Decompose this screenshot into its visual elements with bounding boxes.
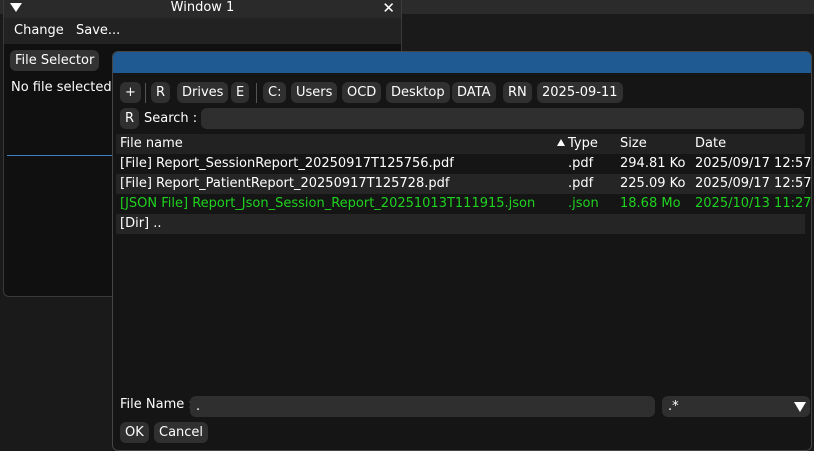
close-icon[interactable]: ✕ — [382, 0, 395, 17]
file-name-cell: [File] Report_PatientReport_20250917T125… — [120, 176, 450, 191]
path-segment-ocd[interactable]: OCD — [342, 82, 382, 103]
file-size-cell: 18.68 Mo — [620, 196, 681, 211]
file-type-cell: .pdf — [568, 176, 594, 191]
path-segment-data[interactable]: DATA — [452, 82, 496, 103]
table-row[interactable]: [File] Report_SessionReport_20250917T125… — [116, 154, 811, 174]
menu-bar: Change Save... — [4, 18, 401, 44]
path-segment-c[interactable]: C: — [263, 82, 287, 103]
file-selector-button[interactable]: File Selector — [10, 50, 100, 71]
chevron-down-icon[interactable] — [794, 402, 806, 412]
filter-select[interactable]: .* — [662, 396, 810, 417]
path-segment-rn[interactable]: RN — [503, 82, 532, 103]
ok-button[interactable]: OK — [120, 422, 149, 443]
menu-save[interactable]: Save... — [76, 23, 120, 38]
table-row[interactable]: [File] Report_PatientReport_20250917T125… — [116, 174, 811, 194]
separator-line — [7, 155, 117, 156]
column-file-name[interactable]: File name — [120, 136, 183, 151]
column-type[interactable]: Type — [568, 136, 598, 151]
new-folder-button[interactable]: + — [120, 82, 141, 103]
file-name-input[interactable]: . — [190, 396, 655, 417]
path-segment-users[interactable]: Users — [291, 82, 338, 103]
menu-change[interactable]: Change — [14, 23, 64, 38]
window-1-titlebar[interactable]: Window 1 ✕ — [4, 0, 401, 18]
filter-value: .* — [668, 399, 679, 414]
file-type-cell: .json — [568, 196, 599, 211]
drives-button[interactable]: Drives — [177, 82, 229, 103]
window-1-title: Window 1 — [170, 0, 235, 15]
file-size-cell: 294.81 Ko — [620, 156, 686, 171]
file-type-cell: .pdf — [568, 156, 594, 171]
file-dialog: + R Drives E C: Users OCD Desktop DATA R… — [112, 51, 812, 451]
sort-ascending-icon — [557, 139, 565, 146]
reset-path-button[interactable]: R — [151, 82, 171, 103]
table-row[interactable]: [JSON File] Report_Json_Session_Report_2… — [116, 194, 811, 214]
file-name-cell: [File] Report_SessionReport_20250917T125… — [120, 156, 454, 171]
search-label: Search : — [144, 111, 198, 126]
dialog-titlebar[interactable] — [113, 52, 811, 73]
file-date-cell: 2025/09/17 12:57 — [695, 176, 812, 191]
search-reset-button[interactable]: R — [120, 108, 140, 129]
file-date-cell: 2025/09/17 12:57 — [695, 156, 812, 171]
search-input[interactable] — [201, 108, 804, 129]
path-separator — [256, 83, 257, 103]
cancel-button[interactable]: Cancel — [154, 422, 209, 443]
path-segment-date[interactable]: 2025-09-11 — [537, 82, 623, 103]
file-date-cell: 2025/10/13 11:27 — [695, 196, 812, 211]
file-name-cell: [Dir] .. — [120, 216, 162, 231]
column-date[interactable]: Date — [695, 136, 726, 151]
selection-status-text: No file selected — [11, 80, 112, 95]
path-edit-button[interactable]: E — [231, 82, 250, 103]
path-segment-desktop[interactable]: Desktop — [386, 82, 450, 103]
file-name-cell: [JSON File] Report_Json_Session_Report_2… — [120, 196, 536, 211]
table-row[interactable]: [Dir] .. — [116, 214, 805, 234]
file-name-label: File Name : — [120, 397, 193, 412]
file-size-cell: 225.09 Ko — [620, 176, 686, 191]
path-separator — [145, 83, 146, 103]
column-size[interactable]: Size — [620, 136, 647, 151]
file-table-header: File name Type Size Date — [116, 134, 805, 154]
